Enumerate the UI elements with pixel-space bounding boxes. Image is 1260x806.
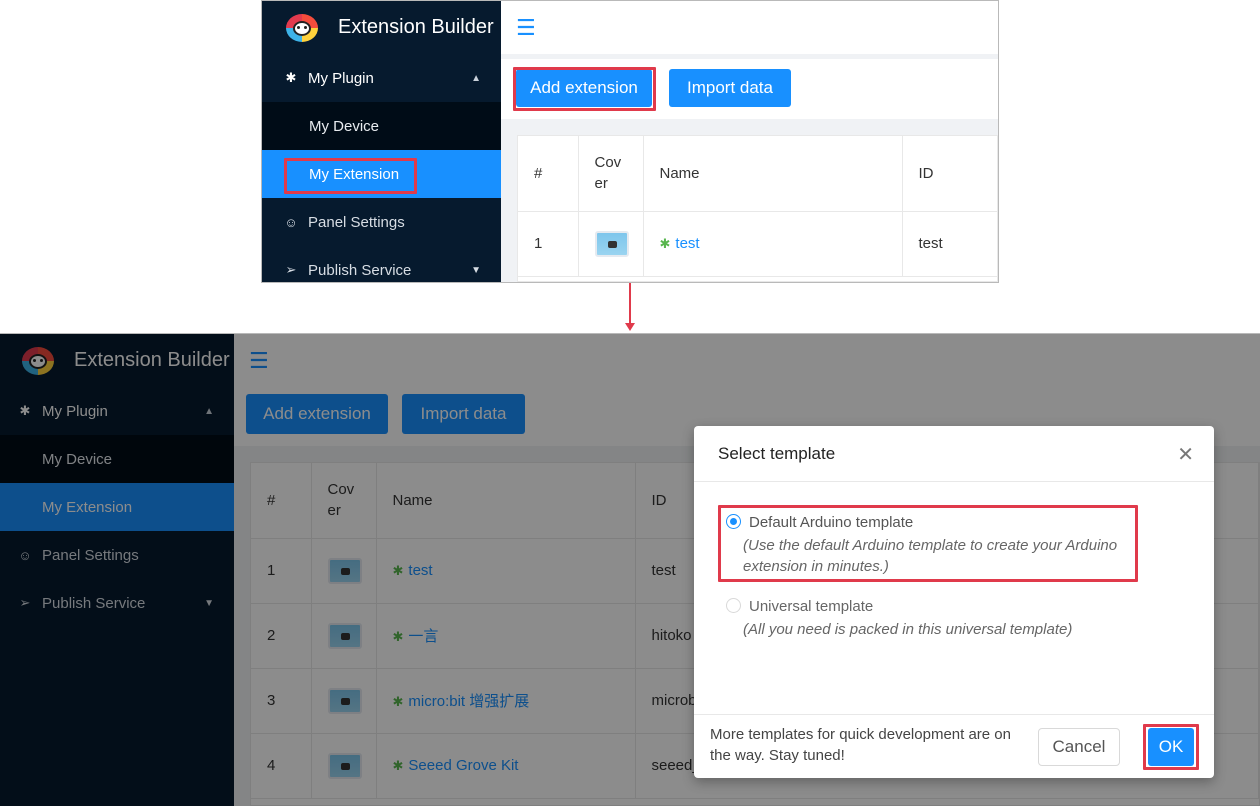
extension-table: # Cov er Name ID 1 ✱ test test bbox=[517, 135, 998, 282]
extension-link[interactable]: test bbox=[675, 235, 699, 252]
radio-unchecked[interactable] bbox=[726, 598, 741, 613]
option-label: Universal template bbox=[749, 598, 874, 615]
arrow-icon bbox=[625, 283, 635, 331]
chevron-up-icon: ▲ bbox=[471, 72, 481, 84]
chevron-down-icon: ▼ bbox=[471, 264, 481, 276]
row-id: test bbox=[902, 211, 997, 277]
top-screenshot: Extension Builder ✱ My Plugin ▲ My Devic… bbox=[261, 0, 999, 283]
main: ☰ Add extension Import data # Cov er Name… bbox=[501, 1, 998, 282]
import-data-button[interactable]: Import data bbox=[669, 69, 791, 107]
col-cover: Cov er bbox=[578, 136, 644, 212]
sidebar-item-label: Panel Settings bbox=[308, 213, 405, 231]
send-icon: ➢ bbox=[285, 262, 297, 277]
select-template-modal: Select template ✕ Default Arduino templa… bbox=[694, 426, 1214, 778]
table-row: 1 ✱ test test bbox=[518, 211, 997, 277]
row-cover bbox=[578, 211, 644, 277]
highlight-box bbox=[1143, 724, 1199, 770]
sidebar: Extension Builder ✱ My Plugin ▲ My Devic… bbox=[262, 1, 501, 282]
sidebar-item-my-device[interactable]: My Device bbox=[262, 102, 501, 150]
row-num: 1 bbox=[518, 211, 579, 277]
toolbar: Add extension Import data bbox=[501, 59, 998, 119]
cancel-button[interactable]: Cancel bbox=[1038, 728, 1120, 766]
option-description: (All you need is packed in this universa… bbox=[743, 621, 1073, 638]
header: ☰ bbox=[501, 1, 998, 54]
modal-header: Select template ✕ bbox=[694, 426, 1214, 482]
col-id: ID bbox=[902, 136, 997, 212]
sidebar-group-label: My Plugin bbox=[308, 69, 374, 87]
sidebar-item-label: Publish Service bbox=[308, 261, 412, 279]
brand: Extension Builder bbox=[262, 1, 501, 54]
col-name: Name bbox=[643, 136, 903, 212]
smile-icon: ☺ bbox=[284, 214, 298, 230]
sidebar-item-publish-service[interactable]: ➢ Publish Service ▼ bbox=[262, 246, 501, 282]
puzzle-icon: ✱ bbox=[285, 70, 297, 85]
puzzle-icon: ✱ bbox=[659, 236, 671, 251]
row-name[interactable]: ✱ test bbox=[643, 211, 903, 277]
highlight-box bbox=[718, 505, 1138, 582]
app-title: Extension Builder bbox=[338, 16, 494, 38]
cover-thumbnail bbox=[594, 230, 629, 257]
menu-fold-icon[interactable]: ☰ bbox=[516, 16, 536, 39]
bottom-screenshot: Extension Builder ✱ My Plugin ▲ My Devic… bbox=[0, 333, 1260, 806]
modal-footer: More templates for quick development are… bbox=[694, 714, 1214, 778]
sidebar-group-my-plugin[interactable]: ✱ My Plugin ▲ bbox=[262, 54, 501, 102]
option-universal[interactable]: Universal template (All you need is pack… bbox=[726, 598, 1072, 640]
highlight-box bbox=[513, 67, 656, 111]
highlight-box bbox=[284, 158, 417, 194]
modal-title: Select template bbox=[718, 443, 836, 463]
sidebar-item-panel-settings[interactable]: ☺ Panel Settings bbox=[262, 198, 501, 246]
footer-note: More templates for quick development are… bbox=[710, 726, 1011, 764]
col-num: # bbox=[518, 136, 579, 212]
logo-icon bbox=[284, 12, 320, 44]
close-icon[interactable]: ✕ bbox=[1177, 442, 1194, 467]
table-header-row: # Cov er Name ID bbox=[518, 136, 997, 212]
